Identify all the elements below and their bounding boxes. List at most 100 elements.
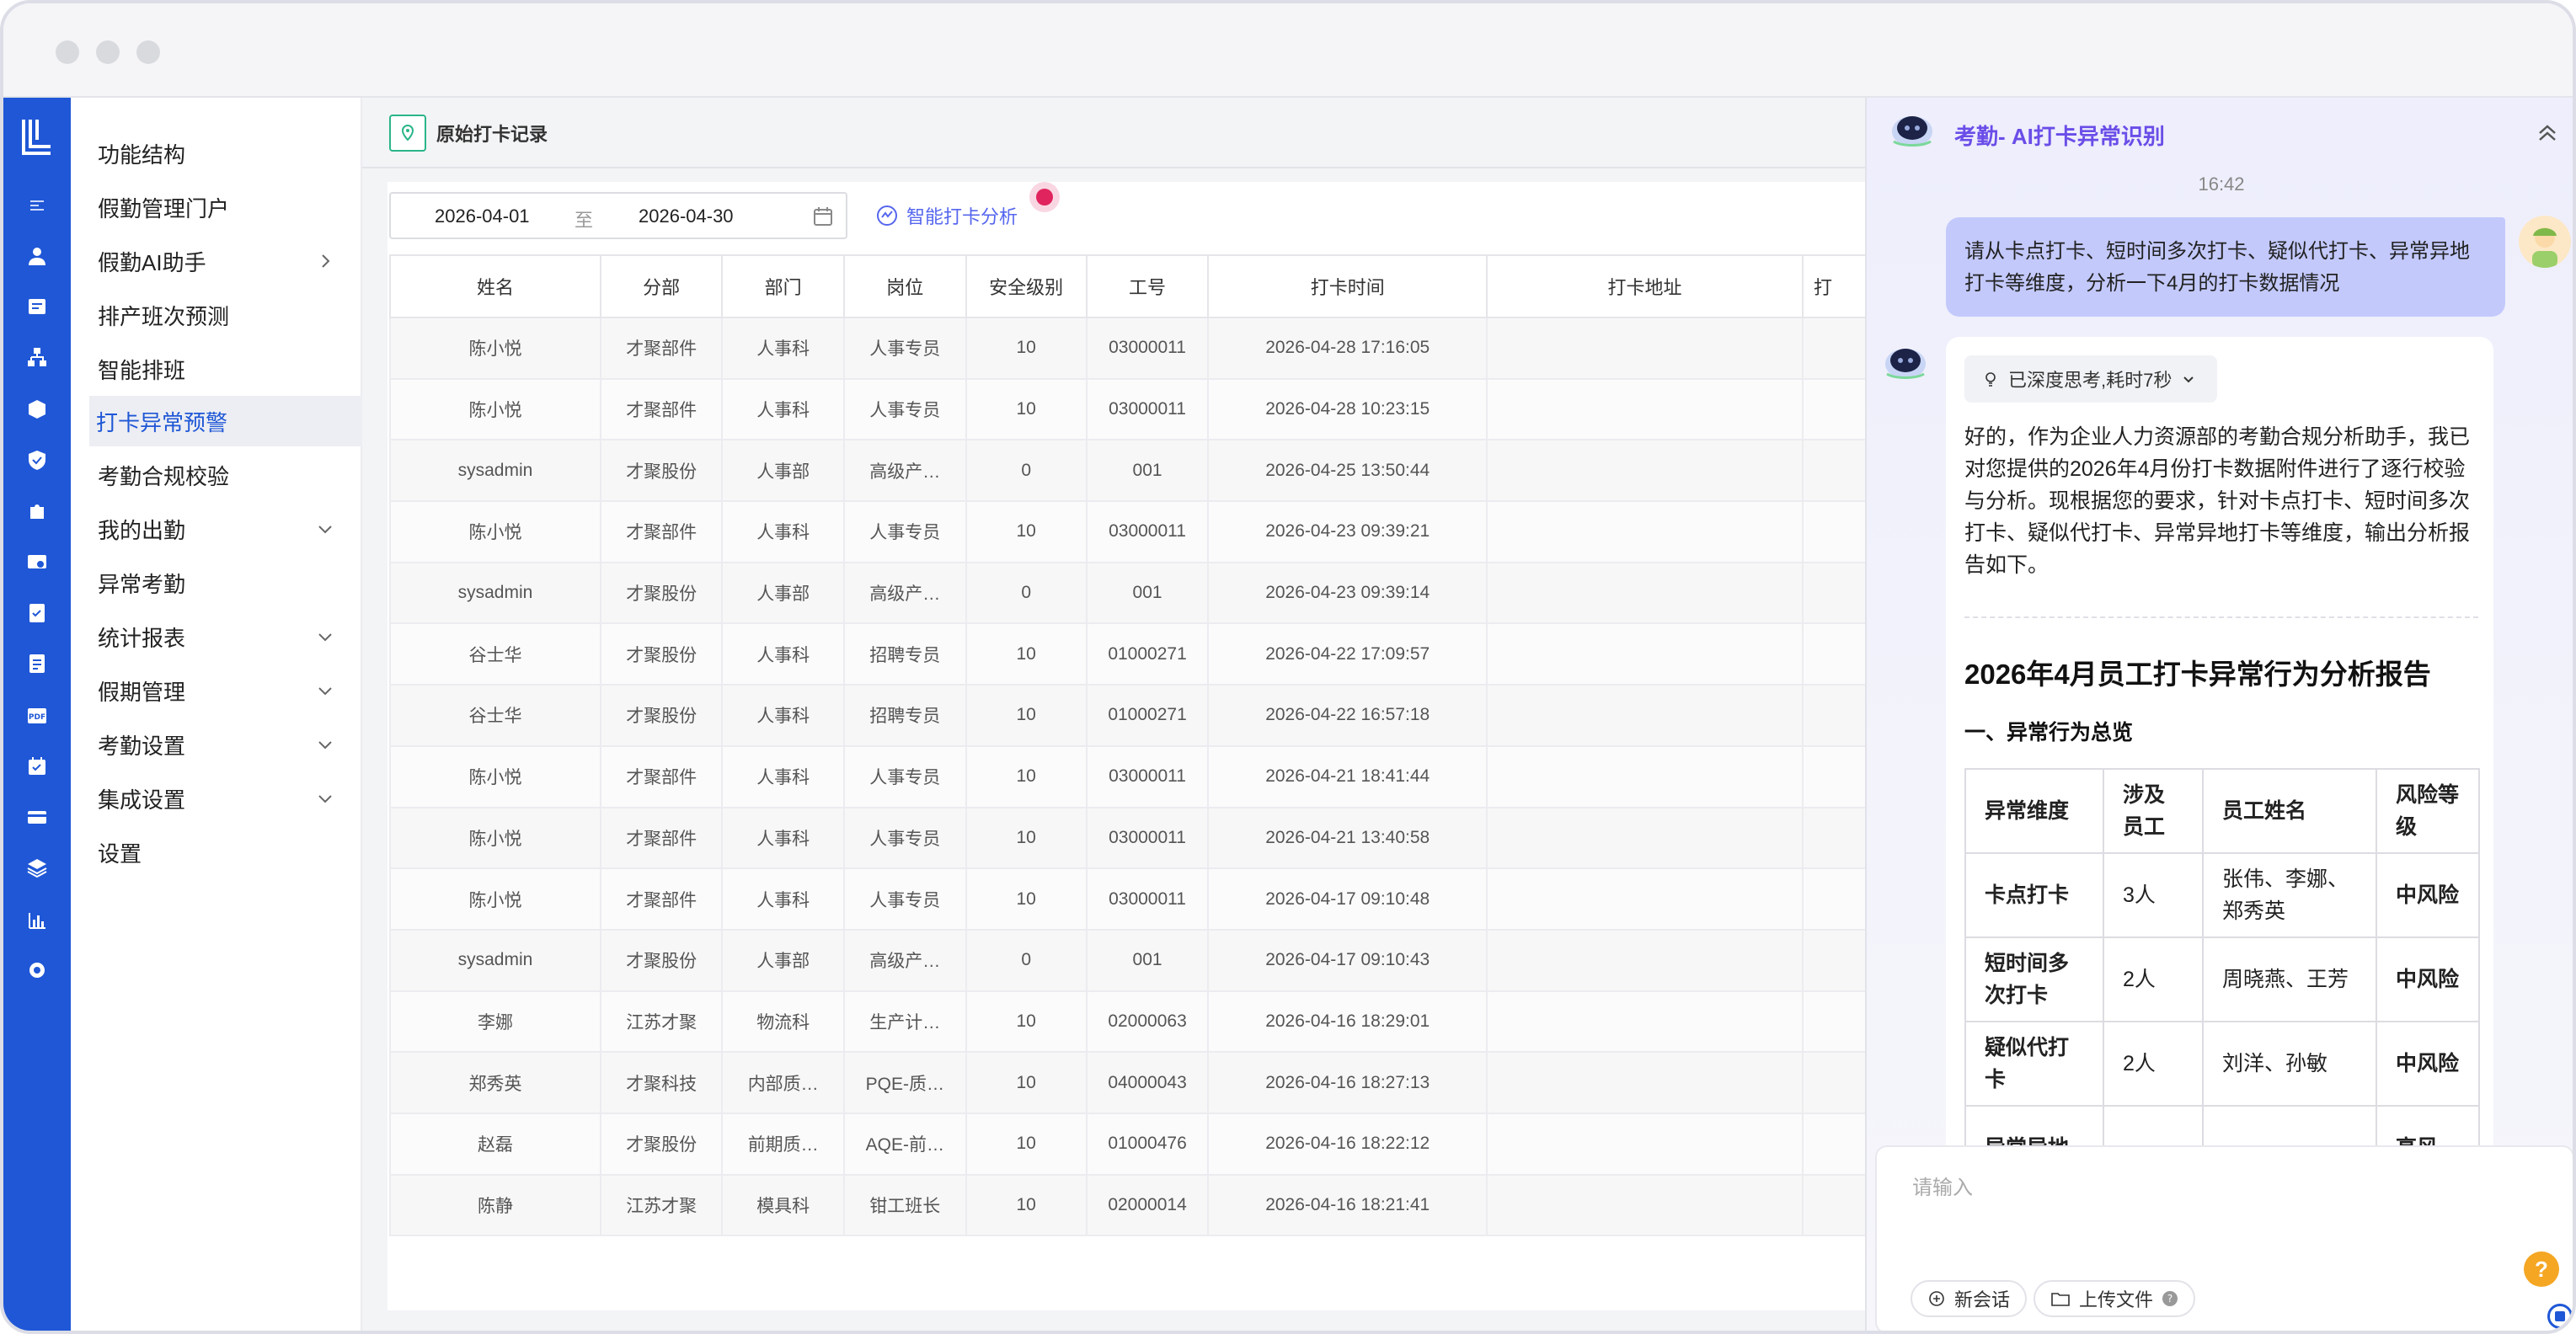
stop-generation-button[interactable] [2547,1304,2573,1329]
chevron-down-icon [2183,376,2194,383]
table-cell [1802,806,1870,870]
table-cell: 10 [965,806,1088,870]
table-row[interactable]: sysadmin 才聚股份 人事部 高级产… 0 001 2026-04-25 13:50:… [389,439,1870,503]
table-row[interactable]: 陈小悦 才聚部件 人事科 人事专员 10 03000011 2026-04-21 18:41… [389,744,1870,808]
menu-item-punch-alert[interactable]: 打卡异常预警 [89,396,362,446]
column-header[interactable]: 打 [1802,254,1870,318]
column-header[interactable]: 打卡时间 [1207,254,1488,318]
window-maximize-button[interactable] [136,40,160,64]
risk-row: 卡点打卡 3人 张伟、李娜、郑秀英 中风险 [1964,852,2480,938]
window-close-button[interactable] [56,40,79,64]
column-header[interactable]: 安全级别 [965,254,1088,318]
table-cell: 10 [965,377,1088,441]
gear-icon[interactable] [24,957,51,984]
settings-screen-icon[interactable] [24,549,51,576]
cube-icon[interactable] [24,396,51,423]
menu-item-smart-scheduling[interactable]: 智能排班 [91,344,352,394]
menu-item-my-attendance[interactable]: 我的出勤 [91,504,352,554]
table-cell: 人事科 [721,684,845,747]
table-row[interactable]: 陈小悦 才聚部件 人事科 人事专员 10 03000011 2026-04-21 13:40… [389,806,1870,870]
chevron-down-icon [318,526,332,534]
column-header[interactable]: 分部 [599,254,724,318]
org-chart-icon[interactable] [24,344,51,371]
risk-cell: 中风险 [2376,936,2480,1022]
column-header[interactable]: 部门 [721,254,845,318]
menu-item-reports[interactable]: 统计报表 [91,611,352,662]
table-cell: 2026-04-28 10:23:15 [1207,377,1488,441]
date-range-picker[interactable]: 2026-04-01 至 2026-04-30 [389,192,847,239]
help-circle-icon[interactable]: ? [2162,1290,2178,1307]
menu-item-function-structure[interactable]: 功能结构 [91,128,352,179]
menu-item-holiday-management[interactable]: 假期管理 [91,665,352,716]
calendar-check-icon[interactable] [24,753,51,780]
upload-file-button[interactable]: 上传文件 ? [2034,1280,2196,1317]
table-row[interactable]: 郑秀英 才聚科技 内部质… PQE-质… 10 04000043 2026-04-16 18… [389,1051,1870,1114]
table-row[interactable]: sysadmin 才聚股份 人事部 高级产… 0 001 2026-04-17 09:10:… [389,928,1870,992]
table-row[interactable]: 陈小悦 才聚部件 人事科 人事专员 10 03000011 2026-04-28 17:16… [389,317,1870,380]
table-cell: 高级产… [842,928,967,992]
user-icon[interactable] [24,243,51,269]
table-cell: 人事科 [721,500,845,563]
table-row[interactable]: 陈小悦 才聚部件 人事科 人事专员 10 03000011 2026-04-23 09:39… [389,500,1870,563]
table-row[interactable]: 陈小悦 才聚部件 人事科 人事专员 10 03000011 2026-04-28 10:23… [389,377,1870,441]
menu-item-ai-assistant[interactable]: 假勤AI助手 [91,236,352,286]
lightbulb-icon [1985,372,1996,387]
menu-toggle-icon[interactable] [24,192,51,219]
layers-icon[interactable] [24,854,51,881]
menu-item-abnormal-attendance[interactable]: 异常考勤 [91,558,352,608]
risk-cell: 2人 [2103,936,2204,1022]
table-row[interactable]: 陈小悦 才聚部件 人事科 人事专员 10 03000011 2026-04-17 09:10… [389,867,1870,931]
column-header[interactable]: 姓名 [389,254,601,318]
smart-punch-analysis-button[interactable]: 智能打卡分析 [876,189,1053,234]
chat-input-box[interactable]: 请输入 新会话 上传文件 ? ? [1875,1145,2573,1331]
document-icon[interactable] [24,650,51,677]
date-end[interactable]: 2026-04-30 [639,205,734,227]
table-cell: 招聘专员 [842,622,967,686]
table-row[interactable]: 谷士华 才聚股份 人事科 招聘专员 10 01000271 2026-04-22 16:57… [389,684,1870,747]
shield-icon[interactable] [24,446,51,473]
column-header[interactable]: 岗位 [842,254,967,318]
checklist-icon[interactable] [24,600,51,627]
table-cell: 04000043 [1085,1051,1210,1114]
column-header[interactable]: 打卡地址 [1485,254,1804,318]
bar-chart-icon[interactable] [24,906,51,933]
card-icon[interactable] [24,803,51,830]
menu-item-shift-forecast[interactable]: 排产班次预测 [91,290,352,340]
table-cell: 10 [965,317,1088,380]
menu-item-attendance-settings[interactable]: 考勤设置 [91,719,352,770]
table-cell: 2026-04-16 18:21:41 [1207,1173,1488,1237]
deep-thinking-toggle[interactable]: 已深度思考,耗时7秒 [1964,355,2218,403]
menu-item-label: 智能排班 [98,357,186,383]
date-start[interactable]: 2026-04-01 [435,205,530,227]
table-row[interactable]: 谷士华 才聚股份 人事科 招聘专员 10 01000271 2026-04-22 17:09… [389,622,1870,686]
menu-item-leave-portal[interactable]: 假勤管理门户 [91,182,352,232]
ai-intro-text: 好的，作为企业人力资源部的考勤合规分析助手，我已对您提供的2026年4月份打卡数… [1964,425,2471,577]
window-minimize-button[interactable] [96,40,120,64]
pdf-icon[interactable]: PDF [24,702,51,729]
collapse-up-icon[interactable] [2534,120,2561,147]
table-row[interactable]: 陈静 江苏才聚 模具科 钳工班长 10 02000014 2026-04-16 18:21:… [389,1173,1870,1237]
table-cell: 人事科 [721,806,845,870]
new-chat-button[interactable]: 新会话 [1911,1280,2028,1317]
table-row[interactable]: sysadmin 才聚股份 人事部 高级产… 0 001 2026-04-23 09:39:… [389,561,1870,625]
svg-text:?: ? [2167,1293,2172,1305]
risk-column-header: 风险等级 [2376,768,2480,854]
table-cell: 03000011 [1085,744,1210,808]
menu-item-integration-settings[interactable]: 集成设置 [91,773,352,824]
table-cell: 0 [965,439,1088,503]
menu-item-compliance-check[interactable]: 考勤合规校验 [91,450,352,500]
report-icon[interactable] [24,293,51,320]
menu-item-settings[interactable]: 设置 [91,827,352,878]
menu-item-label: 排产班次预测 [98,303,230,329]
menu-item-label: 功能结构 [98,141,186,168]
table-cell [1802,744,1870,808]
puzzle-icon[interactable] [24,497,51,524]
table-row[interactable]: 赵磊 才聚股份 前期质… AQE-前… 10 01000476 2026-04-16 18:… [389,1112,1870,1176]
calendar-icon[interactable] [812,205,834,227]
table-row[interactable]: 李娜 江苏才聚 物流科 生产计… 10 02000063 2026-04-16 18:29:… [389,990,1870,1054]
table-cell: 2026-04-23 09:39:14 [1207,561,1488,625]
menu-item-label: 假勤AI助手 [98,249,206,275]
column-header[interactable]: 工号 [1085,254,1210,318]
table-cell [1802,1112,1870,1176]
help-button[interactable]: ? [2524,1251,2559,1287]
